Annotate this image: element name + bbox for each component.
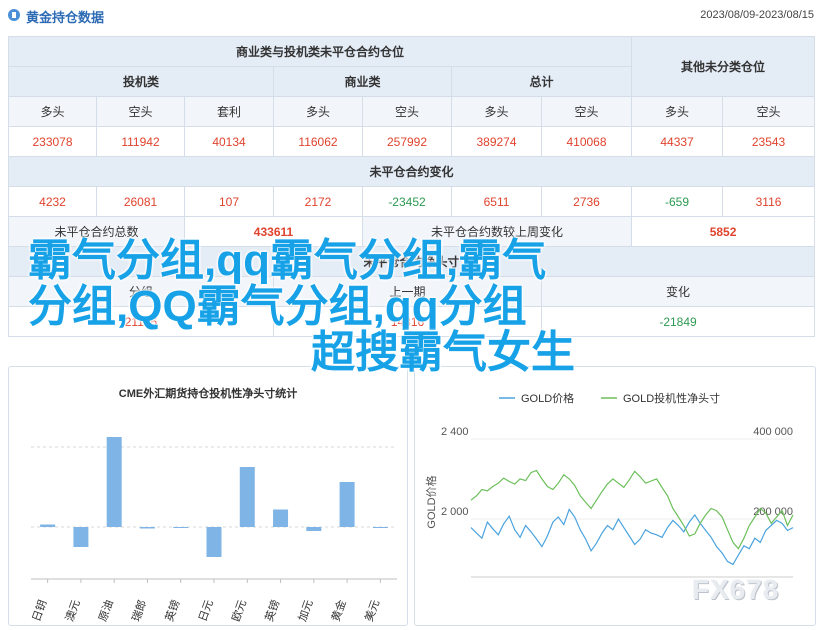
subgroup-total: 总计 [450, 66, 633, 97]
right-axis-tick-label: 400 000 [753, 426, 793, 438]
subgroup-commercial: 商业类 [273, 66, 452, 97]
top-bar: 黄金持仓数据 2023/08/09-2023/08/15 [0, 0, 820, 32]
watermark-logo: FX678 [692, 574, 780, 605]
bar-category-label: 日钥 [29, 598, 50, 623]
oi-total-value: 433611 [184, 216, 363, 247]
legend-label[interactable]: GOLD投机性净头寸 [623, 391, 720, 405]
bar [206, 527, 222, 557]
column-header-7: 多头 [631, 96, 724, 127]
bar-category-label: 日元 [197, 598, 216, 623]
net-value-group: 21136 [8, 306, 274, 337]
group-title: 商业类与投机类未平仓合约仓位 [7, 36, 633, 67]
cme-bar-chart: 日钥 澳元 原油 瑞郎 英镑 日元 欧元 英镑 加元 黄金 美元 [29, 437, 397, 623]
column-header-0: 多头 [8, 96, 97, 127]
bar-category-label: 瑞郎 [129, 598, 150, 623]
oi-change-value: 5852 [631, 216, 816, 247]
bar-category-label: 加元 [296, 598, 316, 623]
column-header-5: 多头 [451, 96, 542, 127]
net-value-change: -21849 [540, 306, 816, 337]
bar [339, 482, 355, 527]
oi-change-label: 未平仓合约数较上周变化 [361, 216, 633, 247]
bar [273, 509, 289, 527]
bar-category-label: 英镑 [162, 598, 183, 623]
change-cell-4: -23452 [362, 186, 452, 217]
column-header-row: 多头 空头 套利 多头 空头 多头 空头 多头 空头 [8, 96, 816, 127]
bar-category-label: 美元 [362, 598, 382, 623]
column-header-6: 空头 [540, 96, 633, 127]
cme-chart-panel: CME外汇期货持仓投机性净头寸统计 日钥 澳元 原油 瑞郎 英镑 日元 欧元 英镑 加元 黄金 美元 [8, 366, 408, 626]
bar-category-label: 英镑 [262, 598, 283, 623]
gold-icon [8, 9, 20, 21]
y-axis-label: GOLD价格 [424, 475, 438, 528]
column-header-1: 空头 [96, 96, 185, 127]
change-cell-2: 107 [184, 186, 274, 217]
bar [372, 527, 388, 528]
change-cell-5: 6511 [451, 186, 542, 217]
change-cell-7: -659 [631, 186, 724, 217]
net-header-previous: 上一期 [273, 276, 542, 307]
column-header-4: 空头 [362, 96, 452, 127]
bar-category-label: 澳元 [63, 598, 83, 623]
date-range[interactable]: 2023/08/09-2023/08/15 [700, 9, 814, 21]
value-cell-6: 410068 [540, 126, 633, 157]
value-cell-7: 44337 [631, 126, 724, 157]
legend-label[interactable]: GOLD价格 [521, 391, 574, 405]
column-header-2: 套利 [184, 96, 274, 127]
values-row: 233078 111942 40134 116062 257992 389274 41006… [8, 126, 816, 157]
value-cell-4: 257992 [362, 126, 452, 157]
value-cell-5: 389274 [451, 126, 542, 157]
column-header-3: 多头 [273, 96, 363, 127]
cme-chart-title: CME外汇期货持仓投机性净头寸统计 [118, 388, 298, 400]
value-cell-1: 111942 [96, 126, 185, 157]
bar [173, 527, 189, 528]
value-cell-0: 233078 [8, 126, 97, 157]
change-cell-6: 2736 [540, 186, 633, 217]
value-cell-3: 116062 [273, 126, 363, 157]
page-title: 黄金持仓数据 [26, 10, 105, 25]
bar-category-label: 黄金 [328, 598, 349, 623]
left-axis-tick-label: 2 000 [441, 506, 469, 518]
change-cell-8: 3116 [722, 186, 816, 217]
bar [106, 437, 122, 527]
changes-row: 4232 26081 107 2172 -23452 6511 2736 -659 3116 [8, 186, 816, 217]
bar [239, 467, 255, 527]
left-axis-tick-label: 2 400 [441, 426, 469, 438]
change-cell-0: 4232 [8, 186, 97, 217]
column-header-8: 空头 [722, 96, 816, 127]
right-axis-tick-label: 200 000 [753, 506, 793, 518]
change-cell-3: 2172 [273, 186, 363, 217]
bar [73, 527, 89, 547]
change-title: 未平仓合约变化 [7, 156, 816, 187]
value-cell-2: 40134 [184, 126, 274, 157]
bar [306, 527, 322, 531]
subgroup-speculative: 投机类 [8, 66, 274, 97]
net-header-change: 变化 [540, 276, 816, 307]
bar [139, 527, 155, 529]
other-title: 其他未分类仓位 [631, 36, 816, 97]
change-cell-1: 26081 [96, 186, 185, 217]
net-header-group: 分组 [8, 276, 274, 307]
net-value-previous: 14316 [273, 306, 542, 337]
bar [40, 524, 56, 527]
positions-table: 商业类与投机类未平仓合约仓位 其他未分类仓位 投机类 商业类 总计 多头 空头 套利… [7, 36, 816, 343]
oi-total-label: 未平仓合约总数 [8, 216, 185, 247]
bar-category-label: 欧元 [229, 598, 249, 623]
value-cell-8: 23543 [722, 126, 816, 157]
positions-grid: 商业类与投机类未平仓合约仓位 其他未分类仓位 投机类 商业类 总计 多头 空头 套利… [7, 36, 816, 337]
bar-category-label: 原油 [95, 598, 116, 623]
net-title: 未平仓合约净头寸 [7, 246, 816, 277]
